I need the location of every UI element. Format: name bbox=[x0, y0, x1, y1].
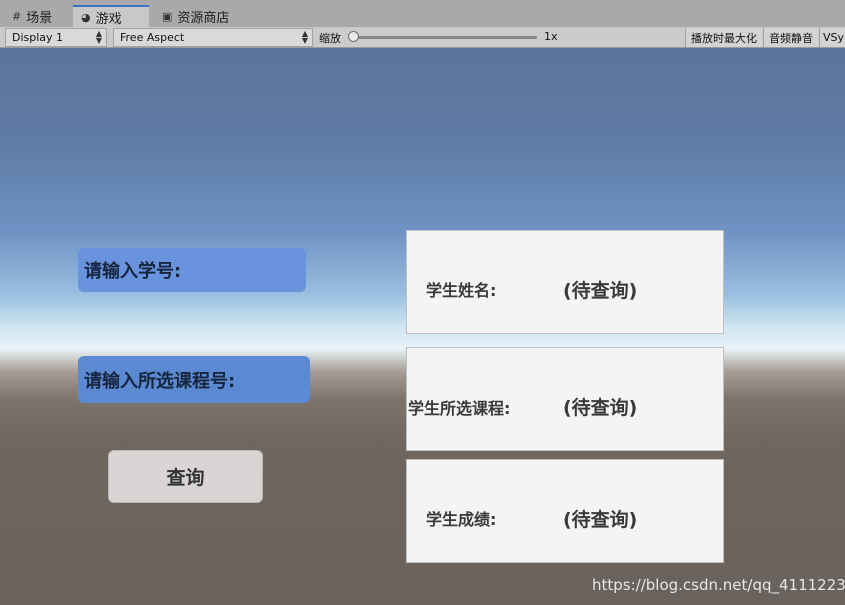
vsync-button[interactable]: VSy bbox=[819, 28, 845, 47]
pacman-icon: ◕ bbox=[81, 10, 91, 24]
course-id-label: 请输入所选课程号: bbox=[84, 370, 236, 392]
student-name-value: (待查询) bbox=[563, 280, 638, 302]
zoom-slider-thumb[interactable] bbox=[348, 31, 359, 42]
game-view-toolbar: Display 1 ▲ ▼ Free Aspect ▲ ▼ 缩放 1x 播放时最大化… bbox=[0, 27, 845, 48]
tab-asset-store[interactable]: ▣ 资源商店 bbox=[154, 6, 237, 27]
tab-label: 游戏 bbox=[95, 11, 122, 27]
display-select[interactable]: Display 1 ▲ ▼ bbox=[5, 28, 107, 47]
course-id-input[interactable]: 请输入所选课程号: bbox=[78, 356, 310, 403]
tab-game[interactable]: ◕ 游戏 bbox=[73, 5, 149, 27]
tab-scene[interactable]: # 场景 bbox=[4, 6, 60, 27]
student-score-label: 学生成绩: bbox=[426, 510, 497, 529]
student-name-panel: 学生姓名: (待查询) bbox=[406, 230, 724, 334]
bag-icon: ▣ bbox=[162, 10, 173, 23]
student-course-value: (待查询) bbox=[563, 397, 638, 419]
display-select-value: Display 1 bbox=[12, 31, 64, 44]
mute-audio-button[interactable]: 音频静音 bbox=[763, 28, 818, 47]
updown-arrow-icon: ▲ ▼ bbox=[95, 29, 102, 45]
grid-icon: # bbox=[12, 10, 22, 23]
zoom-label: 缩放 bbox=[319, 32, 341, 45]
student-id-input[interactable]: 请输入学号: bbox=[78, 248, 306, 292]
watermark: https://blog.csdn.net/qq_41112238 bbox=[592, 576, 845, 594]
student-score-value: (待查询) bbox=[563, 509, 638, 531]
updown-arrow-icon: ▲ ▼ bbox=[301, 29, 308, 45]
student-course-label: 学生所选课程: bbox=[408, 399, 511, 418]
tab-label: 场景 bbox=[26, 11, 53, 26]
zoom-value: 1x bbox=[544, 30, 558, 43]
student-name-label: 学生姓名: bbox=[426, 281, 497, 300]
maximize-on-play-button[interactable]: 播放时最大化 bbox=[685, 28, 762, 47]
query-button[interactable]: 查询 bbox=[108, 450, 263, 503]
zoom-slider-track[interactable] bbox=[353, 36, 537, 39]
editor-tab-bar: # 场景 ◕ 游戏 ▣ 资源商店 bbox=[0, 0, 845, 27]
aspect-select[interactable]: Free Aspect ▲ ▼ bbox=[113, 28, 313, 47]
tab-label: 资源商店 bbox=[177, 11, 230, 26]
student-score-panel: 学生成绩: (待查询) bbox=[406, 459, 724, 563]
aspect-select-value: Free Aspect bbox=[120, 31, 185, 44]
student-course-panel: 学生所选课程: (待查询) bbox=[406, 347, 724, 451]
student-id-label: 请输入学号: bbox=[84, 261, 182, 282]
